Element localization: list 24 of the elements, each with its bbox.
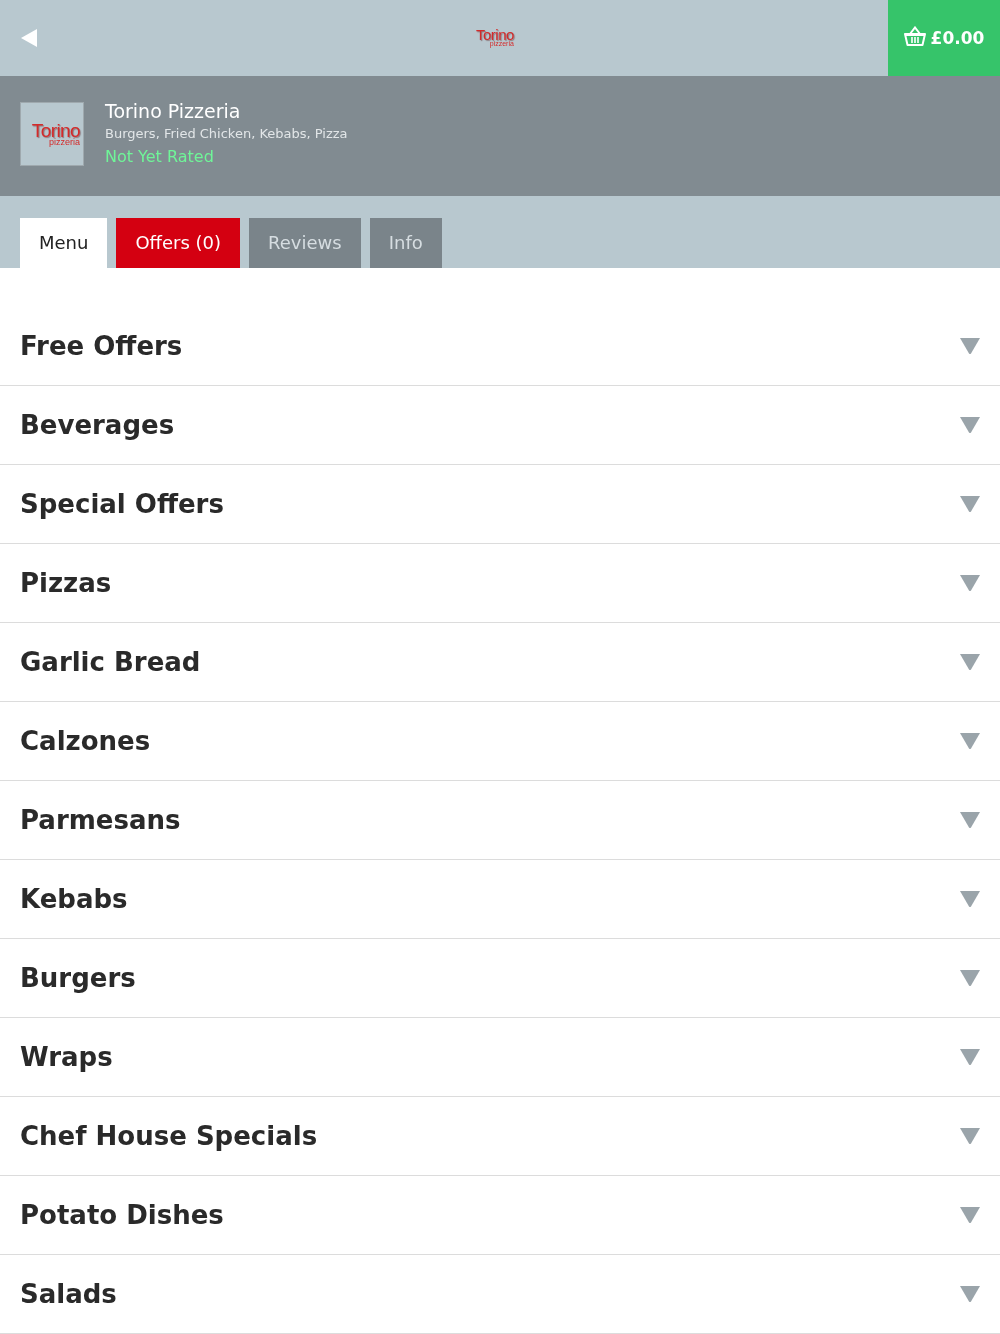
cuisine-list: Burgers, Fried Chicken, Kebabs, Pizza (105, 124, 348, 144)
category-title: Parmesans (20, 805, 181, 835)
category-title: Burgers (20, 963, 136, 993)
category-title: Beverages (20, 410, 175, 440)
logo-text: Torino (476, 27, 514, 42)
category-title: Potato Dishes (20, 1200, 224, 1230)
back-button[interactable] (21, 29, 37, 47)
category-title: Kebabs (20, 884, 128, 914)
category-title: Special Offers (20, 489, 224, 519)
category-title: Wraps (20, 1042, 113, 1072)
category-title: Calzones (20, 726, 151, 756)
category-title: Salads (20, 1279, 117, 1309)
tab[interactable]: Menu (20, 218, 108, 268)
logo-text: Torino (31, 121, 80, 140)
basket-icon (903, 26, 926, 46)
restaurant-name: Torino Pizzeria (105, 99, 241, 124)
category-title: Chef House Specials (20, 1121, 318, 1151)
back-icon (21, 29, 37, 47)
category-title: Garlic Bread (20, 647, 201, 677)
category-title: Pizzas (20, 568, 112, 598)
category-title: Free Offers (20, 331, 183, 361)
logo-tagline: pizzeria (49, 138, 80, 147)
rating-text: Not Yet Rated (105, 146, 214, 168)
tab[interactable]: Offers (0) (116, 218, 241, 268)
